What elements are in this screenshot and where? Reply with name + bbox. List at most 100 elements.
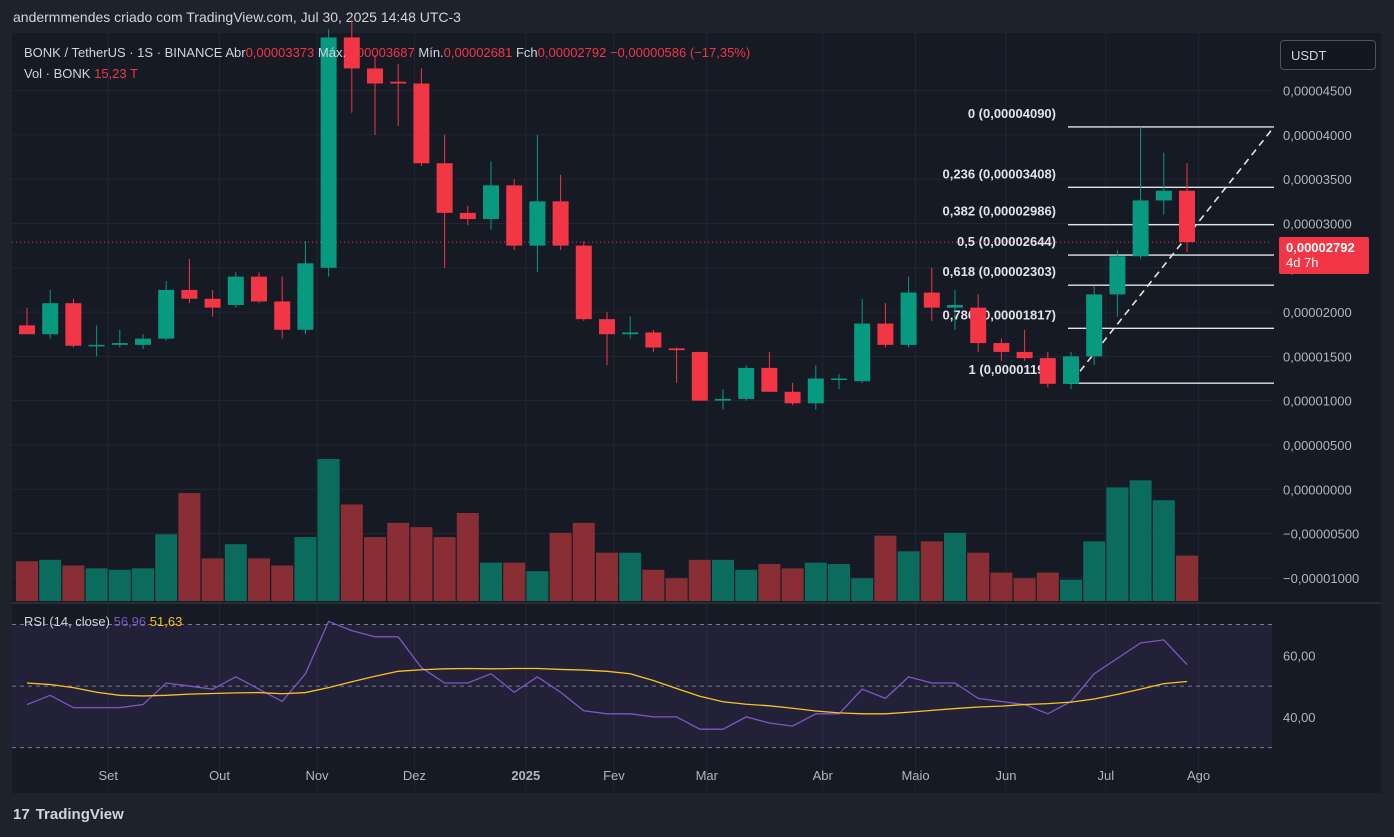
price-tick-label: −0,00000500 xyxy=(1283,527,1359,542)
high-value: 0,00003687 xyxy=(346,45,415,60)
fib-level-label: 0,382 (0,00002986) xyxy=(943,204,1056,219)
candle-body xyxy=(854,323,871,382)
volume-bar xyxy=(224,544,247,601)
volume-bar xyxy=(85,568,108,601)
time-tick-label: Jun xyxy=(996,768,1017,783)
tradingview-logo-icon: 17 xyxy=(13,806,30,823)
fib-trend-line xyxy=(1079,126,1275,372)
candle-body xyxy=(1086,294,1103,357)
price-tick-label: 0,00003000 xyxy=(1283,216,1352,231)
candle-body xyxy=(19,325,35,335)
candle-body xyxy=(413,83,430,164)
volume-bar xyxy=(851,578,874,601)
volume-bar xyxy=(944,532,966,601)
volume-bar xyxy=(572,522,595,601)
volume-bar xyxy=(1176,555,1198,601)
candle-body xyxy=(506,185,523,246)
price-tick-label: 0,00000500 xyxy=(1283,438,1352,453)
volume-bar xyxy=(920,541,943,601)
candle-body xyxy=(1132,200,1149,257)
rsi-tick-label: 40,00 xyxy=(1283,710,1316,725)
candle-body xyxy=(552,201,569,246)
volume-bar xyxy=(155,534,178,601)
volume-bar xyxy=(317,459,340,601)
price-axis: 0,00004500 0,00004000 0,00003500 0,00003000… xyxy=(1283,84,1359,586)
candle-body xyxy=(738,367,755,399)
candle-body xyxy=(390,81,407,84)
volume-bar xyxy=(433,537,456,601)
currency-button[interactable]: USDT xyxy=(1280,40,1376,70)
fib-level-label: 0 (0,00004090) xyxy=(968,106,1056,121)
rsi-pane: 60,00 40,00 xyxy=(12,602,1381,749)
volume-bar xyxy=(874,535,897,601)
volume-bar xyxy=(758,564,781,601)
fib-level-label: 0,618 (0,00002303) xyxy=(943,264,1056,279)
open-label: Abr xyxy=(225,45,246,60)
candle-body xyxy=(622,332,639,335)
candle-body xyxy=(575,245,592,320)
candle-body xyxy=(807,378,824,404)
candle-body xyxy=(877,323,894,345)
candle-body xyxy=(529,201,546,246)
fib-level-label: 0,786 (0,00001817) xyxy=(943,307,1056,322)
volume-bar xyxy=(340,504,363,601)
candle-body xyxy=(1155,190,1172,201)
candle-body xyxy=(297,263,314,330)
volume-bar xyxy=(1013,578,1036,601)
volume-bar xyxy=(364,537,386,601)
volume-bar xyxy=(132,568,154,601)
time-tick-label: Out xyxy=(209,768,230,783)
candle-body xyxy=(993,343,1010,352)
price-tick-label: 0,00000000 xyxy=(1283,482,1352,497)
fib-level-label: 0,5 (0,00002644) xyxy=(957,234,1056,249)
volume-bar xyxy=(1060,579,1082,601)
volume-bar xyxy=(735,569,758,601)
volume-bar xyxy=(804,562,827,601)
price-tick-label: 0,00001500 xyxy=(1283,349,1352,364)
candle-body xyxy=(900,292,917,345)
candle-body xyxy=(691,351,708,401)
candle-body xyxy=(158,289,175,339)
volume-bar xyxy=(201,558,224,601)
brand-name: TradingView xyxy=(35,806,124,823)
rsi-ma-value: 51,63 xyxy=(149,614,183,629)
symbol-legend: BONK / TetherUS · 1S · BINANCE Abr0,0000… xyxy=(24,45,750,60)
time-tick-label: Dez xyxy=(403,768,426,783)
candle-body xyxy=(668,348,685,351)
volume-bar xyxy=(294,537,317,601)
volume-bar xyxy=(62,565,85,601)
candle-body xyxy=(1179,190,1195,243)
candle-body xyxy=(251,276,267,302)
candle-body xyxy=(1016,351,1033,359)
chart-svg[interactable]: 0 (0,00004090) 0,236 (0,00003408) 0,382 (0… xyxy=(0,0,1394,837)
time-tick-label: Set xyxy=(98,768,118,783)
volume-bar xyxy=(990,572,1013,601)
rsi-tick-label: 60,00 xyxy=(1283,648,1316,663)
candle-body xyxy=(923,292,940,308)
time-tick-label: Ago xyxy=(1187,768,1210,783)
volume-bar xyxy=(967,552,990,601)
volume-bar xyxy=(456,512,479,601)
candle-body xyxy=(88,344,105,347)
time-tick-label: Fev xyxy=(603,768,625,783)
last-price-badge: 0,00002792 4d 7h xyxy=(1279,237,1369,274)
tradingview-brand[interactable]: 17 TradingView xyxy=(13,806,124,823)
volume-bar xyxy=(480,562,502,601)
candle-body xyxy=(65,303,82,346)
volume-bar xyxy=(665,578,688,601)
volume-bar xyxy=(1083,541,1106,601)
volume-bar xyxy=(410,527,433,601)
candle-body xyxy=(181,289,198,299)
bar-countdown: 4d 7h xyxy=(1286,255,1319,270)
volume-legend: Vol · BONK 15,23 T xyxy=(24,66,138,81)
candle-body xyxy=(761,367,778,392)
low-value: 0,00002681 xyxy=(443,45,513,60)
volume-bar xyxy=(596,552,618,601)
high-label: Máx. xyxy=(317,45,347,60)
rsi-band-fill xyxy=(12,624,1272,748)
volume-label: Vol · BONK xyxy=(24,66,91,81)
open-value: 0,00003373 xyxy=(245,45,315,60)
volume-bar xyxy=(387,522,410,601)
candle-body xyxy=(367,68,383,84)
volume-bar xyxy=(503,562,526,601)
